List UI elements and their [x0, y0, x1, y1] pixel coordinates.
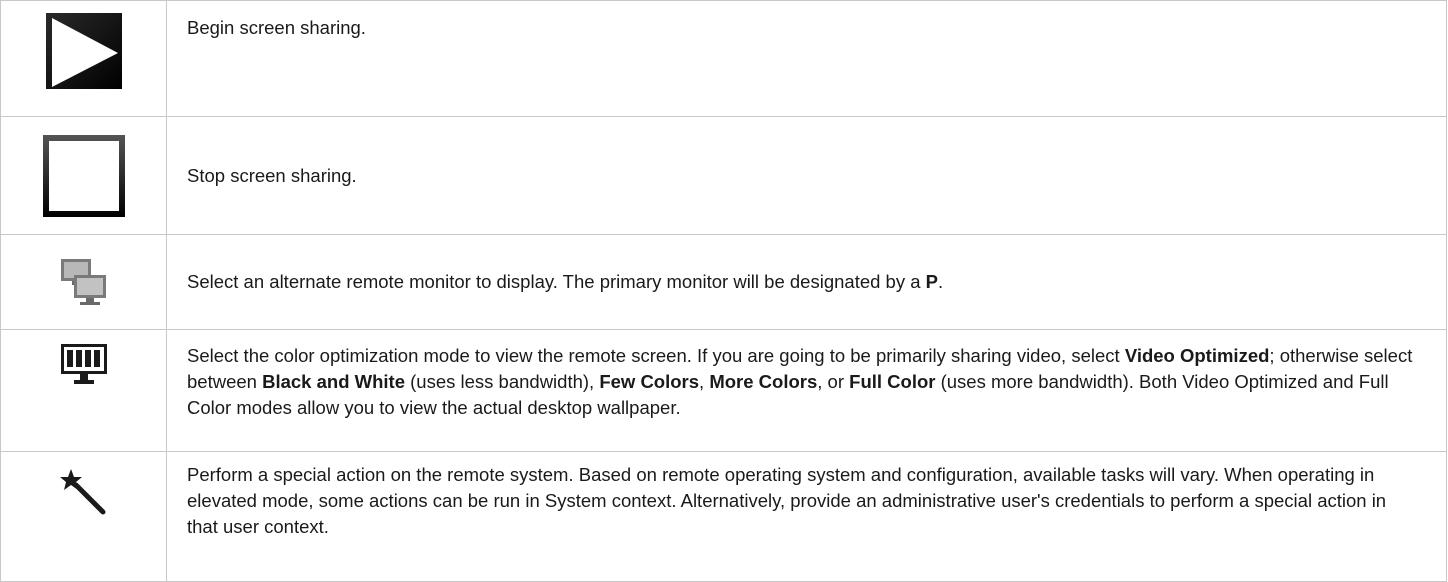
- toolbar-reference-table: Begin screen sharing. Stop screen sharin…: [0, 0, 1447, 582]
- stop-icon: [42, 134, 125, 217]
- bold-term: Video Optimized: [1124, 345, 1270, 366]
- table-row: Select an alternate remote monitor to di…: [0, 234, 1447, 330]
- icon-cell: [0, 329, 167, 452]
- description-text: Begin screen sharing.: [166, 0, 1447, 117]
- play-icon: [45, 13, 122, 89]
- table-row: Stop screen sharing.: [0, 116, 1447, 235]
- multi-monitor-icon: [60, 259, 106, 305]
- text-segment: , or: [817, 371, 850, 392]
- text-segment: (uses less bandwidth),: [404, 371, 600, 392]
- icon-cell: [0, 451, 167, 582]
- text-segment: Select the color optimization mode to vi…: [187, 345, 1125, 366]
- table-row: Perform a special action on the remote s…: [0, 451, 1447, 582]
- bold-term: Full Color: [849, 371, 936, 392]
- description-text: Select an alternate remote monitor to di…: [166, 234, 1447, 330]
- text-segment: .: [938, 271, 944, 292]
- text-segment: Begin screen sharing.: [187, 17, 366, 38]
- bold-term: P: [925, 271, 938, 292]
- bold-term: Black and White: [262, 371, 405, 392]
- text-segment: ,: [699, 371, 710, 392]
- description-text: Select the color optimization mode to vi…: [166, 329, 1447, 452]
- bold-term: More Colors: [709, 371, 818, 392]
- magic-wand-icon: [59, 469, 105, 515]
- text-segment: Stop screen sharing.: [187, 164, 357, 186]
- color-mode-monitor-icon: [60, 344, 107, 384]
- table-row: Begin screen sharing.: [0, 0, 1447, 117]
- description-text: Stop screen sharing.: [166, 116, 1447, 235]
- bold-term: Few Colors: [599, 371, 700, 392]
- icon-cell: [0, 0, 167, 117]
- text-segment: Perform a special action on the remote s…: [187, 464, 1387, 537]
- text-segment: Select an alternate remote monitor to di…: [187, 271, 926, 292]
- icon-cell: [0, 234, 167, 330]
- icon-cell: [0, 116, 167, 235]
- table-row: Select the color optimization mode to vi…: [0, 329, 1447, 452]
- description-text: Perform a special action on the remote s…: [166, 451, 1447, 582]
